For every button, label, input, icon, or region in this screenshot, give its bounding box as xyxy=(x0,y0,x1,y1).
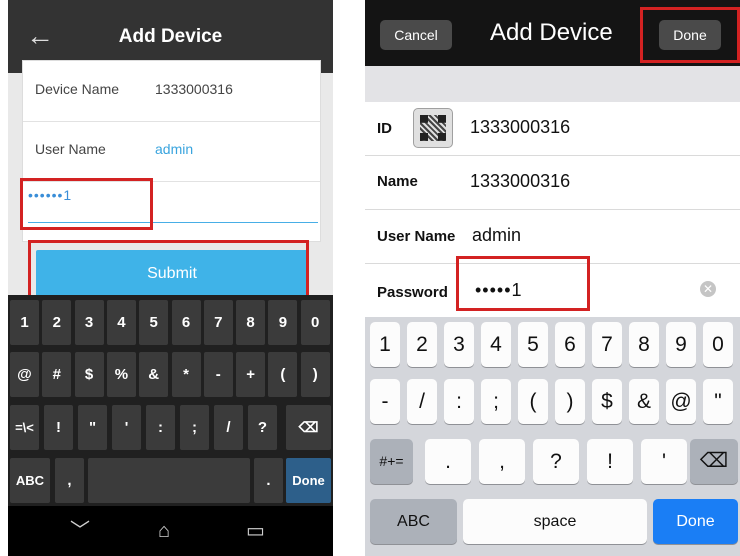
ios-symbol-key-2[interactable]: : xyxy=(444,379,474,424)
android-number-key-8[interactable]: 9 xyxy=(268,300,298,345)
android-symbol2-key-2[interactable]: " xyxy=(78,405,107,450)
android-symbol2-key-4[interactable]: : xyxy=(146,405,175,450)
user-name-row: User Name admin xyxy=(23,121,320,182)
android-number-key-3[interactable]: 4 xyxy=(106,300,136,345)
abc-key[interactable]: ABC xyxy=(10,458,50,503)
space-key[interactable] xyxy=(88,458,250,503)
ios-number-key-9[interactable]: 0 xyxy=(703,322,733,367)
device-name-label: Device Name xyxy=(35,81,120,97)
android-symbol-key-8[interactable]: ( xyxy=(268,352,298,397)
password-highlight-box xyxy=(20,178,153,230)
android-symbol-key-1[interactable]: # xyxy=(42,352,72,397)
android-symbol-key-3[interactable]: % xyxy=(106,352,136,397)
section-spacer xyxy=(365,66,740,102)
android-symbol-key-9[interactable]: ) xyxy=(300,352,330,397)
ios-number-key-3[interactable]: 4 xyxy=(481,322,511,367)
ios-number-key-5[interactable]: 6 xyxy=(555,322,585,367)
ios-keyboard: 1234567890 - /:;() $ & @ " #+= .,?! ' ⌫ ABC sp… xyxy=(365,317,740,556)
ios-header: Cancel Add Device Done xyxy=(365,0,740,66)
done-key[interactable]: Done xyxy=(286,458,331,503)
ios-number-key-6[interactable]: 7 xyxy=(592,322,622,367)
android-symbol2-key-5[interactable]: ; xyxy=(180,405,209,450)
ios-screen: Cancel Add Device Done ID 1333000316 Nam… xyxy=(365,0,740,556)
user-name-label: User Name xyxy=(377,228,456,245)
android-symbol-key-6[interactable]: - xyxy=(203,352,233,397)
user-name-field[interactable]: admin xyxy=(472,225,521,246)
ios-number-key-1[interactable]: 2 xyxy=(407,322,437,367)
done-highlight-box xyxy=(640,7,740,63)
password-label: Password xyxy=(377,284,448,301)
android-symbol2-key-0[interactable]: =\< xyxy=(10,405,39,450)
ios-punct-key-2[interactable]: ? xyxy=(533,439,579,484)
period-key[interactable]: . xyxy=(254,458,283,503)
name-label: Name xyxy=(377,173,418,190)
android-symbol2-key-3[interactable]: ' xyxy=(112,405,141,450)
android-symbol2-key-7[interactable]: ? xyxy=(248,405,277,450)
ios-number-key-0[interactable]: 1 xyxy=(370,322,400,367)
ios-number-key-4[interactable]: 5 xyxy=(518,322,548,367)
id-row: ID 1333000316 xyxy=(365,102,740,156)
page-title: Add Device xyxy=(118,26,223,47)
ios-symbol-key-5[interactable]: ) xyxy=(555,379,585,424)
android-symbol-key-7[interactable]: + xyxy=(236,352,266,397)
ios-symbol-key-0[interactable]: - xyxy=(370,379,400,424)
clear-icon[interactable]: ✕ xyxy=(700,281,716,297)
cancel-button[interactable]: Cancel xyxy=(380,20,452,50)
device-name-row: Device Name 1333000316 xyxy=(23,61,320,122)
android-number-key-5[interactable]: 6 xyxy=(171,300,201,345)
ios-symbol-key-1[interactable]: / xyxy=(407,379,437,424)
user-name-label: User Name xyxy=(35,141,106,157)
android-number-key-6[interactable]: 7 xyxy=(203,300,233,345)
ios-symbol-key-6[interactable]: $ xyxy=(592,379,622,424)
android-symbol2-key-1[interactable]: ! xyxy=(44,405,73,450)
android-number-key-9[interactable]: 0 xyxy=(300,300,330,345)
ios-punct-key-4[interactable]: ' xyxy=(641,439,687,484)
ios-punct-key-1[interactable]: , xyxy=(479,439,525,484)
android-symbol-key-5[interactable]: * xyxy=(171,352,201,397)
backspace-icon[interactable]: ⌫ xyxy=(690,439,738,484)
ios-symbol-key-7[interactable]: & xyxy=(629,379,659,424)
name-value[interactable]: 1333000316 xyxy=(470,171,570,192)
backspace-icon[interactable]: ⌫ xyxy=(286,405,331,450)
ios-punct-key-0[interactable]: . xyxy=(425,439,471,484)
ios-number-key-2[interactable]: 3 xyxy=(444,322,474,367)
ios-number-key-8[interactable]: 9 xyxy=(666,322,696,367)
ios-symbol-key-8[interactable]: @ xyxy=(666,379,696,424)
device-name-value[interactable]: 1333000316 xyxy=(155,81,233,97)
android-navbar: ﹀ ⌂ ▭ xyxy=(8,506,333,556)
nav-home-icon[interactable]: ⌂ xyxy=(158,518,170,544)
id-value[interactable]: 1333000316 xyxy=(470,117,570,138)
ios-symbol-key-3[interactable]: ; xyxy=(481,379,511,424)
id-label: ID xyxy=(377,120,392,137)
nav-recents-icon[interactable]: ▭ xyxy=(246,518,265,544)
android-number-key-7[interactable]: 8 xyxy=(236,300,266,345)
ios-symbol-key-9[interactable]: " xyxy=(703,379,733,424)
comma-key[interactable]: , xyxy=(55,458,84,503)
done-key[interactable]: Done xyxy=(653,499,738,544)
page-title: Add Device xyxy=(490,19,613,46)
ios-symbol-key-4[interactable]: ( xyxy=(518,379,548,424)
ios-number-key-7[interactable]: 8 xyxy=(629,322,659,367)
android-symbol-key-2[interactable]: $ xyxy=(74,352,104,397)
android-symbol-key-4[interactable]: & xyxy=(139,352,169,397)
space-key[interactable]: space xyxy=(463,499,647,544)
name-row: Name 1333000316 xyxy=(365,156,740,210)
android-keyboard: 1234567890 @ # $% & * - +() =\<! " ':; /? ABC , .… xyxy=(8,295,333,506)
more-symbols-key[interactable]: #+= xyxy=(370,439,413,484)
password-highlight-box xyxy=(456,256,590,311)
android-number-key-0[interactable]: 1 xyxy=(10,300,39,345)
android-symbol-key-0[interactable]: @ xyxy=(10,352,39,397)
qr-code-icon[interactable] xyxy=(413,108,453,148)
android-number-key-2[interactable]: 3 xyxy=(74,300,104,345)
abc-key[interactable]: ABC xyxy=(370,499,457,544)
user-name-field[interactable]: admin xyxy=(155,141,193,157)
android-symbol2-key-6[interactable]: / xyxy=(214,405,243,450)
android-number-key-4[interactable]: 5 xyxy=(139,300,169,345)
android-screen: ← Add Device Device Name 1333000316 User… xyxy=(8,0,333,556)
android-number-key-1[interactable]: 2 xyxy=(42,300,72,345)
nav-back-icon[interactable]: ﹀ xyxy=(70,518,90,544)
ios-punct-key-3[interactable]: ! xyxy=(587,439,633,484)
